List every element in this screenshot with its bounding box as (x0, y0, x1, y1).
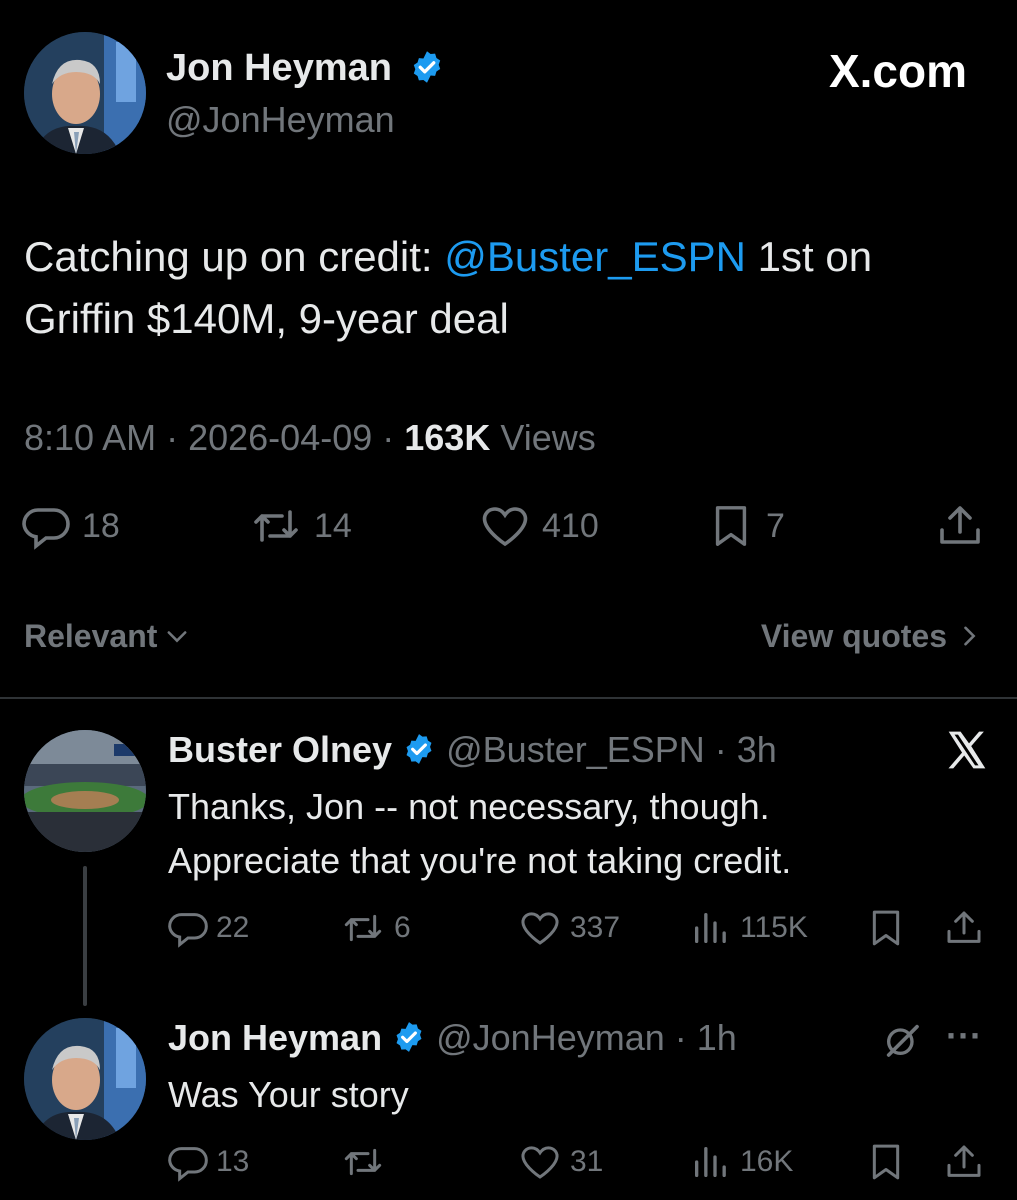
verified-badge-icon (406, 734, 432, 765)
reply-header: Buster Olney @Buster_ESPN · 3h (168, 728, 777, 772)
reply1-reply-button[interactable]: 22 (168, 908, 249, 948)
chevron-down-icon (167, 631, 187, 643)
reply2-bookmark-button[interactable] (866, 1142, 906, 1182)
repost-icon (344, 914, 382, 942)
repost-icon (344, 1148, 382, 1176)
thread-line (83, 866, 87, 1006)
view-quotes-link[interactable]: View quotes (761, 614, 983, 658)
repost-button[interactable]: 14 (250, 502, 352, 550)
author-name-row[interactable]: Jon Heyman (166, 46, 445, 90)
grok-icon[interactable] (882, 1020, 922, 1065)
meta-separator: · (704, 729, 737, 770)
tweet-date[interactable]: 2026-04-09 (188, 417, 372, 458)
bookmark-icon (872, 1144, 900, 1180)
meta-separator: · (372, 417, 405, 458)
views-chart-icon (695, 913, 726, 943)
author-name[interactable]: Jon Heyman (166, 47, 392, 89)
meta-separator: · (156, 417, 189, 458)
reply-avatar[interactable] (24, 730, 146, 852)
share-icon (947, 911, 981, 943)
heart-icon (521, 1146, 559, 1179)
reply1-reply-count: 22 (216, 911, 250, 944)
chevron-right-icon (964, 626, 976, 646)
reply2-reply-button[interactable]: 13 (168, 1142, 249, 1182)
share-icon (947, 1145, 981, 1177)
like-button[interactable]: 410 (480, 502, 599, 550)
reply2-time[interactable]: 1h (697, 1017, 737, 1058)
views-chart-icon (695, 1147, 726, 1177)
reply-icon (22, 508, 70, 550)
views-label[interactable]: Views (500, 417, 595, 458)
mention-link[interactable]: @Buster_ESPN (444, 233, 746, 280)
reply2-repost-button[interactable] (340, 1142, 386, 1182)
reply-count: 18 (82, 506, 120, 545)
reply2-views-count: 16K (740, 1145, 794, 1178)
tweet-text-part: 1st on (746, 233, 873, 280)
view-quotes-label: View quotes (760, 618, 947, 654)
reply2-share-button[interactable] (944, 1142, 984, 1182)
repost-icon (254, 510, 298, 542)
bookmark-icon (715, 506, 747, 546)
x-com-logo: X.com (828, 45, 967, 97)
reply-author-handle[interactable]: @Buster_ESPN (446, 729, 705, 770)
reply-text-line2: Appreciate that you're not taking credit… (168, 840, 792, 881)
reply-text-line1: Thanks, Jon -- not necessary, though. (168, 786, 770, 827)
reply-author-name[interactable]: Buster Olney (168, 729, 392, 770)
reply1-like-count: 337 (570, 911, 621, 944)
reply-text: Thanks, Jon -- not necessary, though. Ap… (168, 780, 988, 888)
more-options-icon[interactable]: ··· (946, 1014, 982, 1058)
divider (0, 697, 1017, 699)
heart-icon (521, 912, 559, 945)
reply1-bookmark-button[interactable] (866, 908, 906, 948)
like-count: 410 (542, 506, 599, 545)
reply2-author-name[interactable]: Jon Heyman (168, 1017, 382, 1058)
reply-time[interactable]: 3h (737, 729, 777, 770)
reply2-like-button[interactable]: 31 (518, 1142, 603, 1182)
views-count: 163K (404, 417, 491, 458)
tweet-text-line2: Griffin $140M, 9-year deal (24, 295, 509, 342)
author-avatar[interactable] (24, 32, 146, 154)
reply-icon (168, 913, 208, 948)
reply2-text: Was Your story (168, 1074, 409, 1115)
reply1-views-button[interactable]: 115K (690, 908, 808, 948)
reply1-like-button[interactable]: 337 (518, 908, 620, 948)
reply2-header: Jon Heyman @JonHeyman · 1h (168, 1016, 737, 1060)
share-button[interactable] (936, 502, 984, 550)
verified-badge-icon (413, 51, 440, 83)
reply2-like-count: 31 (570, 1145, 604, 1178)
tweet-text: Catching up on credit: @Buster_ESPN 1st … (24, 226, 984, 350)
reply1-repost-button[interactable]: 6 (340, 908, 411, 948)
reply1-share-button[interactable] (944, 908, 984, 948)
sort-label: Relevant (24, 618, 158, 654)
tweet-meta: 8:10 AM · 2026-04-09 · 163K Views (24, 416, 596, 460)
reply-button[interactable]: 18 (22, 502, 120, 550)
meta-separator: · (664, 1017, 697, 1058)
reply1-repost-count: 6 (394, 911, 411, 944)
reply2-avatar[interactable] (24, 1018, 146, 1140)
bookmark-button[interactable]: 7 (708, 502, 785, 550)
reply2-reply-count: 13 (216, 1145, 250, 1178)
tweet-text-part: Catching up on credit: (24, 233, 445, 280)
tweet-time[interactable]: 8:10 AM (24, 417, 156, 458)
reply2-author-handle[interactable]: @JonHeyman (436, 1017, 665, 1058)
bookmark-count: 7 (766, 506, 785, 545)
verified-badge-icon (396, 1022, 422, 1053)
share-icon (940, 506, 980, 544)
reply2-views-button[interactable]: 16K (690, 1142, 793, 1182)
author-handle[interactable]: @JonHeyman (166, 98, 395, 142)
x-logo-icon (945, 728, 989, 777)
sort-dropdown[interactable]: Relevant (24, 614, 191, 658)
reply1-views-count: 115K (740, 911, 808, 944)
heart-icon (482, 507, 528, 547)
bookmark-icon (872, 910, 900, 946)
repost-count: 14 (314, 506, 352, 545)
reply-icon (168, 1147, 208, 1182)
